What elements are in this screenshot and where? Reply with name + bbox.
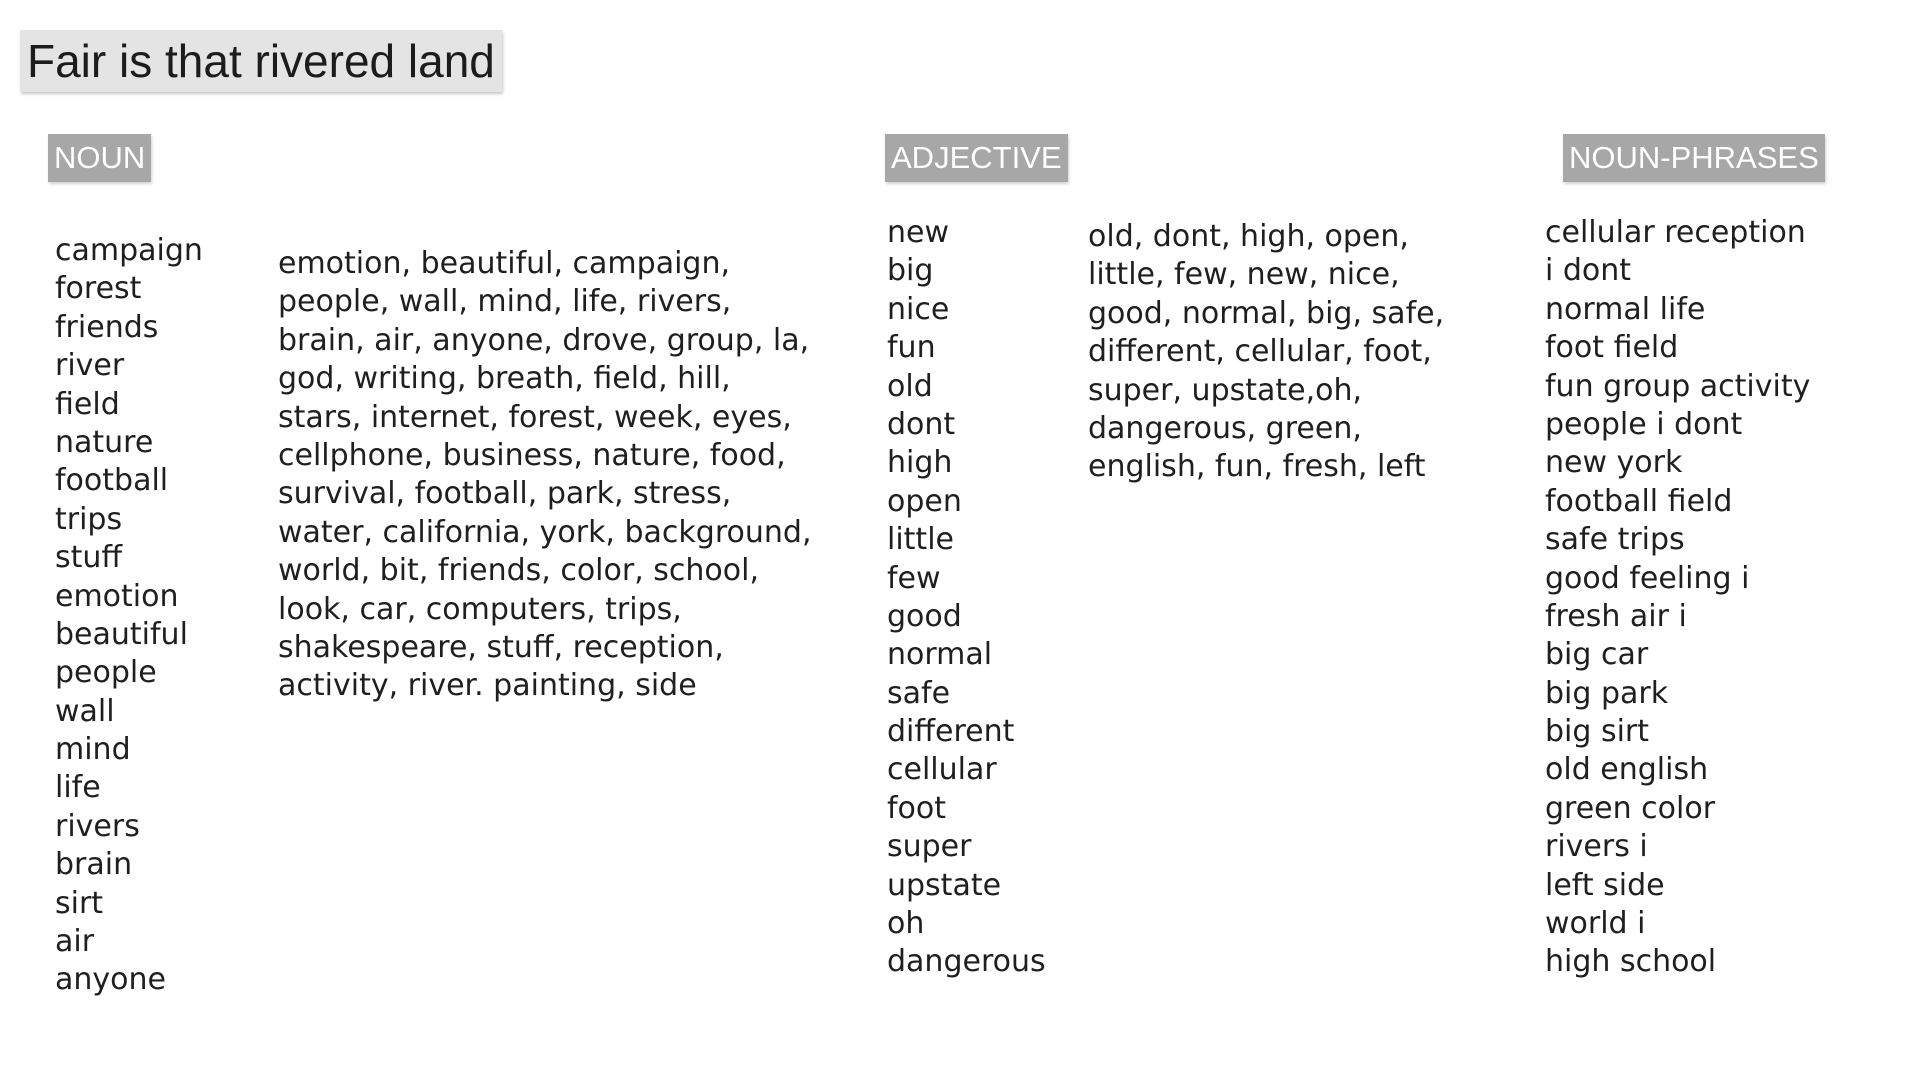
list-item: wall xyxy=(55,693,115,729)
noun-heading: NOUN xyxy=(48,134,152,182)
paragraph-line: emotion, beautiful, campaign, xyxy=(278,246,731,281)
list-item: nature xyxy=(55,424,154,460)
list-item: safe xyxy=(887,675,951,711)
list-item: open xyxy=(887,483,962,519)
list-item: anyone xyxy=(55,962,166,998)
list-item: field xyxy=(55,386,120,422)
list-item: mind xyxy=(55,732,131,768)
paragraph-line: survival, football, park, stress, xyxy=(278,476,732,512)
paragraph-line: dangerous, green, xyxy=(1088,411,1362,447)
paragraph-line: cellphone, business, nature, food, xyxy=(278,438,786,474)
list-item: trips xyxy=(55,501,123,537)
list-item: nice xyxy=(887,291,950,327)
list-item: life xyxy=(55,770,101,806)
list-item: green color xyxy=(1545,790,1716,826)
list-item: foot field xyxy=(1545,330,1679,366)
list-item: normal xyxy=(887,637,993,673)
list-item: big park xyxy=(1545,675,1669,711)
noun-phrases-list: cellular reception i dont normal life fo… xyxy=(1545,214,1810,982)
paragraph-line: little, few, new, nice, xyxy=(1088,257,1400,293)
list-item: air xyxy=(55,924,95,960)
adjective-list: new big nice fun old dont high open litt… xyxy=(887,214,1046,982)
list-item: people i dont xyxy=(1545,406,1743,442)
list-item: little xyxy=(887,522,954,558)
list-item: sirt xyxy=(55,885,104,921)
list-item: friends xyxy=(55,309,159,345)
list-item: new xyxy=(887,215,950,250)
adjective-heading: ADJECTIVE xyxy=(885,134,1068,182)
list-item: high xyxy=(887,445,953,481)
list-item: cellular reception xyxy=(1545,215,1806,250)
list-item: few xyxy=(887,560,941,596)
list-item: stuff xyxy=(55,540,123,576)
list-item: big xyxy=(887,253,934,289)
list-item: safe trips xyxy=(1545,522,1685,558)
list-item: dont xyxy=(887,406,956,442)
list-item: beautiful xyxy=(55,616,188,652)
list-item: fun group activity xyxy=(1545,368,1811,404)
list-item: super xyxy=(887,829,972,865)
list-item: fun xyxy=(887,330,936,366)
list-item: foot xyxy=(887,790,947,826)
slide-title: Fair is that rivered land xyxy=(20,30,502,92)
list-item: i dont xyxy=(1545,253,1632,289)
list-item: forest xyxy=(55,271,142,307)
paragraph-line: old, dont, high, open, xyxy=(1088,219,1409,254)
list-item: rivers i xyxy=(1545,829,1648,865)
list-item: rivers xyxy=(55,808,140,844)
list-item: emotion xyxy=(55,578,179,614)
list-item: cellular xyxy=(887,752,997,788)
noun-phrases-heading: NOUN-PHRASES xyxy=(1563,134,1825,182)
paragraph-line: stars, internet, forest, week, eyes, xyxy=(278,399,792,435)
list-item: new york xyxy=(1545,445,1683,481)
noun-paragraph: emotion, beautiful, campaign, people, wa… xyxy=(278,245,811,706)
list-item: football xyxy=(55,463,169,499)
noun-list: campaign forest friends river field natu… xyxy=(55,232,203,1000)
list-item: old xyxy=(887,368,933,404)
list-item: high school xyxy=(1545,944,1717,980)
list-item: different xyxy=(887,714,1015,750)
list-item: campaign xyxy=(55,233,203,268)
list-item: brain xyxy=(55,847,133,883)
list-item: fresh air i xyxy=(1545,598,1687,634)
paragraph-line: activity, river. painting, side xyxy=(278,668,697,704)
list-item: good xyxy=(887,598,962,634)
paragraph-line: shakespeare, stuff, reception, xyxy=(278,630,724,666)
list-item: river xyxy=(55,348,125,384)
list-item: world i xyxy=(1545,906,1646,942)
list-item: dangerous xyxy=(887,944,1046,980)
list-item: people xyxy=(55,655,157,691)
paragraph-line: people, wall, mind, life, rivers, xyxy=(278,284,732,320)
list-item: normal life xyxy=(1545,291,1706,327)
paragraph-line: god, writing, breath, field, hill, xyxy=(278,361,731,397)
paragraph-line: look, car, computers, trips, xyxy=(278,591,682,627)
list-item: oh xyxy=(887,906,925,942)
paragraph-line: super, upstate,oh, xyxy=(1088,372,1363,408)
list-item: football field xyxy=(1545,483,1733,519)
paragraph-line: good, normal, big, safe, xyxy=(1088,295,1445,331)
list-item: old english xyxy=(1545,752,1709,788)
list-item: good feeling i xyxy=(1545,560,1750,596)
paragraph-line: world, bit, friends, color, school, xyxy=(278,553,759,589)
paragraph-line: water, california, york, background, xyxy=(278,514,812,550)
list-item: upstate xyxy=(887,867,1002,903)
paragraph-line: different, cellular, foot, xyxy=(1088,334,1432,370)
list-item: big sirt xyxy=(1545,714,1650,750)
list-item: left side xyxy=(1545,867,1665,903)
list-item: big car xyxy=(1545,637,1649,673)
paragraph-line: brain, air, anyone, drove, group, la, xyxy=(278,322,810,358)
adjective-paragraph: old, dont, high, open, little, few, new,… xyxy=(1088,218,1444,487)
paragraph-line: english, fun, fresh, left xyxy=(1088,449,1426,485)
